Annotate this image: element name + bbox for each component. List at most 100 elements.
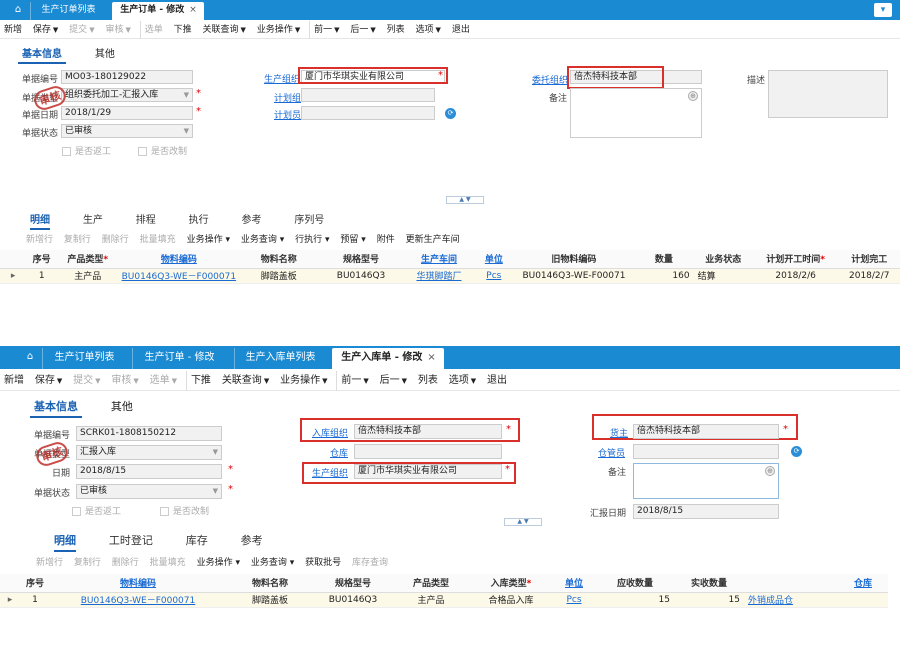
copy-row-button[interactable]: 复制行 [70,555,105,568]
batch-fill-button[interactable]: 批量填充 [136,232,180,245]
delete-row-button[interactable]: 删除行 [108,555,143,568]
refresh-icon[interactable]: ⟳ [445,108,456,119]
audit-button[interactable]: 审核 ▼ [101,21,134,39]
close-icon[interactable]: × [189,5,197,15]
prod-org-field[interactable]: 厦门市华琪实业有限公司 [354,464,502,479]
submit-button[interactable]: 提交 ▼ [65,21,98,39]
add-row-button[interactable]: 新增行 [32,555,67,568]
tab-other[interactable]: 其他 [107,398,137,416]
add-row-button[interactable]: 新增行 [22,232,57,245]
remark-textarea[interactable]: ⊕ [570,88,702,138]
tab-production[interactable]: 生产 [83,211,103,228]
options-button[interactable]: 选项 ▼ [445,371,480,391]
plan-group-field[interactable] [301,88,435,102]
choose-bill-button[interactable]: 选单 [139,21,167,39]
previous-button[interactable]: 前一 ▼ [309,21,343,39]
edit-icon[interactable]: ⊕ [765,466,775,476]
home-icon[interactable]: ⌂ [10,3,26,17]
bill-status-select[interactable]: 已审核 ▼ [61,124,193,138]
tab-other[interactable]: 其他 [91,45,119,62]
grid-bizquery-button[interactable]: 业务查询 ▾ [237,232,288,245]
tab-schedule[interactable]: 排程 [136,211,156,228]
tab-detail[interactable]: 明细 [54,532,76,552]
grid-bizop-button[interactable]: 业务操作 ▾ [193,555,244,568]
tab-production-order-list[interactable]: 生产订单列表 [42,348,126,369]
bill-type-select[interactable]: 汇报入库 ▼ [76,445,222,460]
row-execute-button[interactable]: 行执行 ▾ [291,232,333,245]
prod-org-label[interactable]: 生产组织 [264,72,300,85]
grid-bizquery-button[interactable]: 业务查询 ▾ [247,555,298,568]
get-lot-button[interactable]: 获取批号 [301,555,345,568]
business-operation-button[interactable]: 业务操作 ▼ [276,371,331,391]
tab-basic-info[interactable]: 基本信息 [30,398,82,418]
reserve-button[interactable]: 预留 ▾ [336,232,369,245]
warehouse-label[interactable]: 仓库 [330,446,348,459]
tab-detail[interactable]: 明细 [30,211,50,230]
home-icon[interactable]: ⌂ [22,350,38,364]
warehouse-field[interactable] [354,444,502,459]
desc-textarea[interactable] [768,70,888,118]
tab-reference[interactable]: 参考 [241,532,263,550]
entrust-org-label[interactable]: 委托组织 [532,73,568,86]
link-query-button[interactable]: 关联查询 ▼ [218,371,273,391]
planner-field[interactable] [301,106,435,120]
push-down-button[interactable]: 下推 [170,21,196,39]
edit-icon[interactable]: ⊕ [688,91,698,101]
next-button[interactable]: 后一 ▼ [376,371,411,391]
owner-field[interactable]: 倍杰特科技本部 [633,424,779,439]
date-field[interactable]: 2018/8/15 [76,464,222,479]
submit-button[interactable]: 提交 ▼ [69,371,104,391]
prod-org-label[interactable]: 生产组织 [312,466,348,479]
new-button[interactable]: 新增 [0,371,28,391]
collapse-toggle[interactable]: ▲ ▼ [446,196,484,204]
tab-basic-info[interactable]: 基本信息 [18,45,66,64]
business-operation-button[interactable]: 业务操作 ▼ [253,21,304,39]
close-icon[interactable]: × [427,352,435,363]
bill-status-select[interactable]: 已审核 ▼ [76,484,222,499]
table-row[interactable]: ▸ 1 BU0146Q3-WE－F000071 脚踏盖板 BU0146Q3 主产… [0,592,888,608]
tab-production-order-list[interactable]: 生产订单列表 [30,2,106,20]
in-org-label[interactable]: 入库组织 [312,426,348,439]
tab-work-hours[interactable]: 工时登记 [109,532,153,550]
link-query-button[interactable]: 关联查询 ▼ [199,21,250,39]
save-button[interactable]: 保存 ▼ [31,371,66,391]
tab-inbound-list[interactable]: 生产入库单列表 [234,348,326,369]
tab-execute[interactable]: 执行 [189,211,209,228]
delete-row-button[interactable]: 删除行 [98,232,133,245]
is-rework-checkbox[interactable]: 是否返工 [72,504,121,517]
tab-inventory[interactable]: 库存 [186,532,208,550]
is-modified-checkbox[interactable]: 是否改制 [160,504,209,517]
update-workshop-button[interactable]: 更新生产车间 [402,232,464,245]
tab-serial-no[interactable]: 序列号 [294,211,324,228]
keeper-label[interactable]: 仓管员 [598,446,625,459]
bill-no-field[interactable]: MO03-180129022 [61,70,193,84]
save-button[interactable]: 保存 ▼ [29,21,62,39]
new-button[interactable]: 新增 [0,21,26,39]
tab-production-order-edit[interactable]: 生产订单 - 修改 × [112,2,204,20]
bill-date-field[interactable]: 2018/1/29 [61,106,193,120]
plan-group-label[interactable]: 计划组 [274,91,301,104]
remark-textarea[interactable]: ⊕ [633,463,779,499]
table-row[interactable]: ▸ 1 主产品 BU0146Q3-WE－F000071 脚踏盖板 BU0146Q… [0,268,900,284]
next-button[interactable]: 后一 ▼ [346,21,379,39]
keeper-field[interactable] [633,444,779,459]
in-org-field[interactable]: 倍杰特科技本部 [354,424,502,439]
stock-query-button[interactable]: 库存查询 [348,555,392,568]
exit-button[interactable]: 退出 [448,21,474,39]
tab-reference[interactable]: 参考 [242,211,262,228]
list-button[interactable]: 列表 [414,371,442,391]
report-date-field[interactable]: 2018/8/15 [633,504,779,519]
grid-bizop-button[interactable]: 业务操作 ▾ [183,232,234,245]
options-button[interactable]: 选项 ▼ [412,21,445,39]
copy-row-button[interactable]: 复制行 [60,232,95,245]
is-modified-checkbox[interactable]: 是否改制 [138,144,187,157]
tab-production-order-edit[interactable]: 生产订单 - 修改 [132,348,226,369]
audit-button[interactable]: 审核 ▼ [107,371,142,391]
choose-bill-button[interactable]: 选单 ▼ [146,371,181,391]
previous-button[interactable]: 前一 ▼ [336,371,372,391]
planner-label[interactable]: 计划员 [274,108,301,121]
is-rework-checkbox[interactable]: 是否返工 [62,144,111,157]
collapse-toggle[interactable]: ▲ ▼ [504,518,542,526]
attachment-button[interactable]: 附件 [373,232,399,245]
bill-no-field[interactable]: SCRK01-1808150212 [76,426,222,441]
